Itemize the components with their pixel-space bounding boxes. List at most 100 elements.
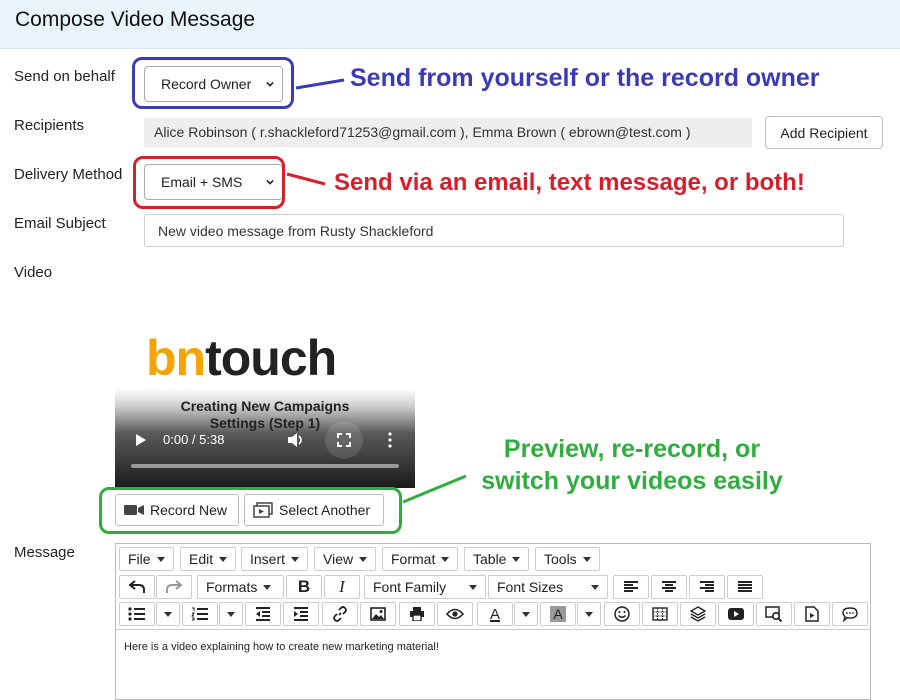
menu-table[interactable]: Table <box>464 547 530 571</box>
numbered-list-icon <box>191 607 208 621</box>
annotation-owner-connector <box>295 78 345 90</box>
print-icon <box>410 607 424 621</box>
text-color-icon: A <box>489 605 500 623</box>
search-media-button[interactable] <box>756 602 792 626</box>
comment-button[interactable] <box>832 602 868 626</box>
align-center-button[interactable] <box>651 575 687 599</box>
editor-divider <box>116 629 870 630</box>
outdent-icon <box>256 607 270 621</box>
page-title: Compose Video Message <box>15 8 256 31</box>
align-left-button[interactable] <box>613 575 649 599</box>
numbered-list-dropdown[interactable] <box>219 602 243 626</box>
menu-view[interactable]: View <box>314 547 377 571</box>
annotation-owner-text: Send from yourself or the record owner <box>350 64 820 92</box>
align-center-icon <box>662 581 676 592</box>
chevron-down-icon <box>591 584 599 590</box>
youtube-icon <box>728 608 744 620</box>
align-left-icon <box>624 581 638 592</box>
email-subject-input[interactable]: New video message from Rusty Shackleford <box>144 214 844 247</box>
menu-file[interactable]: File <box>119 547 174 571</box>
insert-file-button[interactable] <box>794 602 830 626</box>
recipients-field[interactable]: Alice Robinson ( r.shackleford71253@gmai… <box>144 118 752 147</box>
text-color-button[interactable]: A <box>477 602 513 626</box>
chevron-down-icon <box>512 556 521 562</box>
bntouch-logo: bntouch <box>146 330 337 386</box>
table-grid-icon <box>652 607 668 621</box>
chevron-down-icon <box>522 611 530 617</box>
print-button[interactable] <box>399 602 435 626</box>
annotation-delivery-text: Send via an email, text message, or both… <box>334 169 805 196</box>
chevron-down-icon <box>156 556 165 562</box>
chevron-down-icon <box>291 556 300 562</box>
indent-button[interactable] <box>283 602 319 626</box>
speech-bubble-icon <box>842 606 858 622</box>
formats-dropdown[interactable]: Formats <box>197 575 284 599</box>
undo-icon <box>129 580 145 593</box>
bullet-list-icon <box>128 607 145 621</box>
font-sizes-dropdown[interactable]: Font Sizes <box>488 575 608 599</box>
text-color-dropdown[interactable] <box>514 602 538 626</box>
align-justify-icon <box>738 581 752 592</box>
media-search-icon <box>765 606 783 622</box>
annotation-owner-box <box>132 57 294 109</box>
link-button[interactable] <box>322 602 358 626</box>
file-video-icon <box>805 606 819 622</box>
video-progress-bar[interactable] <box>131 464 399 468</box>
table-button[interactable] <box>642 602 678 626</box>
italic-button[interactable]: I <box>324 575 360 599</box>
menu-format[interactable]: Format <box>382 547 459 571</box>
align-right-button[interactable] <box>689 575 725 599</box>
chevron-down-icon <box>164 611 172 617</box>
recipients-label: Recipients <box>14 117 85 134</box>
menu-tools[interactable]: Tools <box>535 547 600 571</box>
fullscreen-button[interactable] <box>325 421 363 459</box>
chevron-down-icon <box>263 584 272 590</box>
editor-content[interactable]: Here is a video explaining how to create… <box>124 641 439 653</box>
italic-icon: I <box>339 577 345 596</box>
image-icon <box>370 607 386 621</box>
fullscreen-icon <box>337 433 351 447</box>
volume-icon[interactable] <box>287 432 305 448</box>
outdent-button[interactable] <box>245 602 281 626</box>
chevron-down-icon <box>582 556 591 562</box>
background-color-dropdown[interactable] <box>577 602 601 626</box>
font-family-dropdown[interactable]: Font Family <box>364 575 486 599</box>
chevron-down-icon <box>219 556 228 562</box>
menu-edit[interactable]: Edit <box>180 547 237 571</box>
bullet-list-dropdown[interactable] <box>156 602 180 626</box>
page-header: Compose Video Message <box>0 0 900 49</box>
bullet-list-button[interactable] <box>119 602 155 626</box>
video-time: 0:00 / 5:38 <box>163 432 225 447</box>
message-editor[interactable]: File Edit Insert View Format Table Tools… <box>115 543 871 700</box>
align-justify-button[interactable] <box>727 575 763 599</box>
align-right-icon <box>700 581 714 592</box>
menu-insert[interactable]: Insert <box>241 547 309 571</box>
chevron-down-icon <box>585 611 593 617</box>
chevron-down-icon <box>441 556 450 562</box>
emoticons-button[interactable] <box>604 602 640 626</box>
play-icon[interactable] <box>135 434 147 446</box>
email-subject-label: Email Subject <box>14 215 106 232</box>
chevron-down-icon <box>359 556 368 562</box>
redo-button[interactable] <box>156 575 192 599</box>
add-recipient-button[interactable]: Add Recipient <box>765 116 883 149</box>
insert-video-button[interactable] <box>718 602 754 626</box>
image-button[interactable] <box>360 602 396 626</box>
undo-button[interactable] <box>119 575 155 599</box>
video-player[interactable]: Creating New Campaigns Settings (Step 1)… <box>115 388 415 488</box>
background-color-button[interactable]: A <box>540 602 576 626</box>
indent-icon <box>294 607 308 621</box>
eye-icon <box>446 608 464 620</box>
preview-button[interactable] <box>437 602 473 626</box>
video-title: Creating New Campaigns Settings (Step 1) <box>180 398 350 431</box>
more-options-icon[interactable] <box>387 432 393 448</box>
layers-button[interactable] <box>680 602 716 626</box>
annotation-preview-box <box>99 487 402 534</box>
layers-icon <box>690 606 706 622</box>
message-label: Message <box>14 544 75 561</box>
chevron-down-icon <box>469 584 477 590</box>
bold-button[interactable]: B <box>286 575 322 599</box>
numbered-list-button[interactable] <box>182 602 218 626</box>
annotation-preview-text: Preview, re-record, or switch your video… <box>481 435 783 495</box>
link-icon <box>333 606 347 622</box>
